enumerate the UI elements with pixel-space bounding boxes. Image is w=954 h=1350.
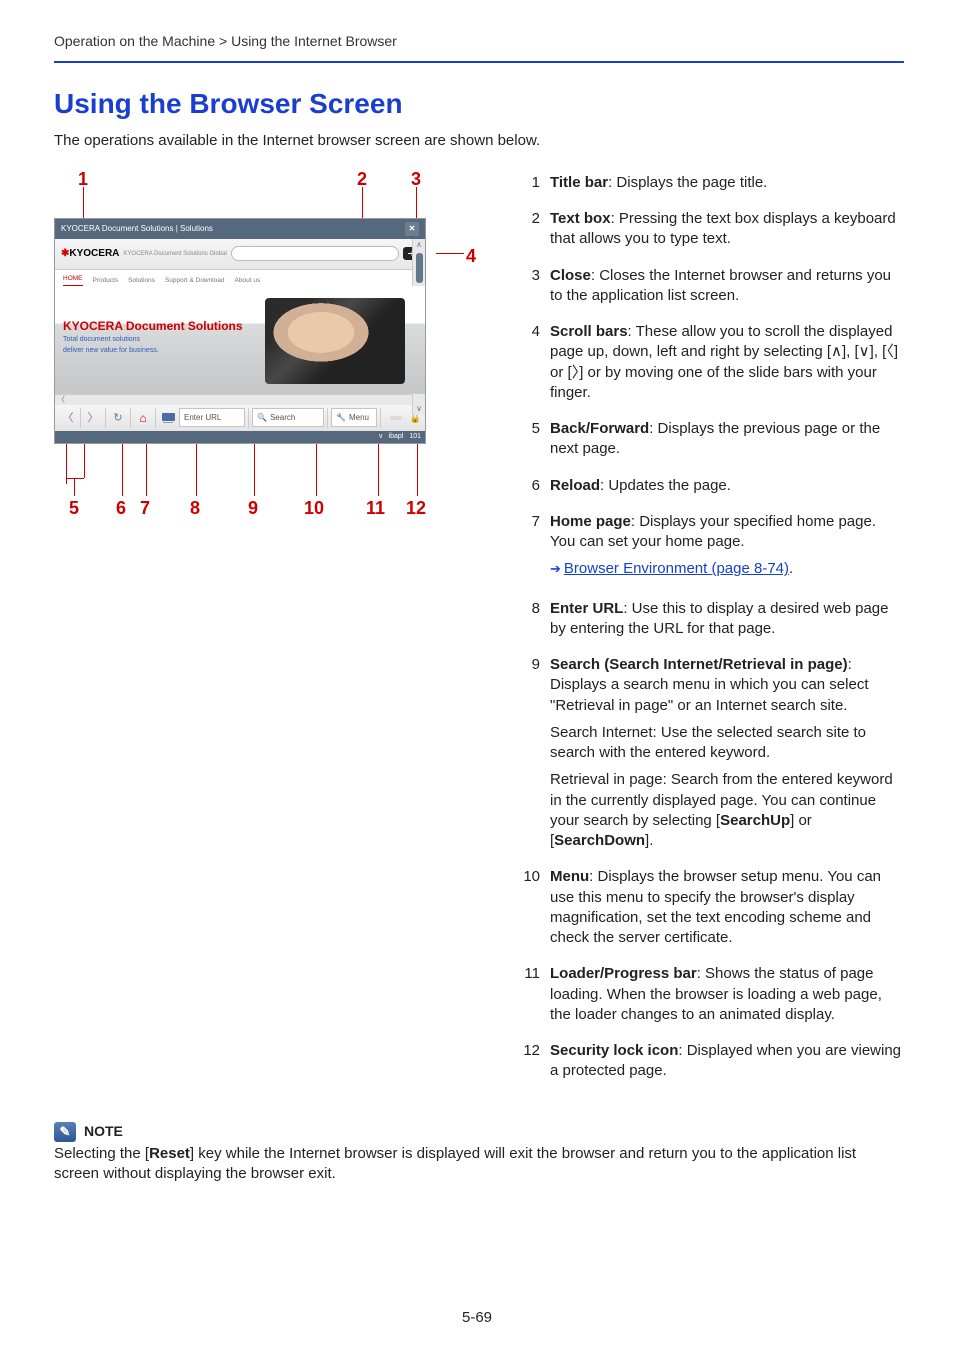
- note-text: Selecting the [Reset] key while the Inte…: [54, 1144, 904, 1185]
- title-bar: KYOCERA Document Solutions | Solutions ✕: [55, 219, 425, 239]
- search-icon: 🔍: [257, 413, 267, 424]
- callout-7: 7: [140, 496, 150, 520]
- status-num: 101: [409, 432, 421, 441]
- chevron-left-icon: 〈: [886, 343, 894, 360]
- note-icon: ✎: [54, 1122, 76, 1142]
- label-back-forward: Back/Forward: [550, 420, 649, 437]
- site-tabs: HOME Products Solutions Support & Downlo…: [55, 270, 425, 286]
- callout-4: 4: [466, 244, 476, 268]
- browser-toolbar: 〈 〉 ↻ ⌂ Enter URL 🔍Search 🔧Menu: [55, 405, 425, 431]
- search-field[interactable]: 🔍Search: [252, 408, 324, 427]
- intro-text: The operations available in the Internet…: [54, 131, 904, 151]
- breadcrumb: Operation on the Machine > Using the Int…: [54, 32, 904, 63]
- label-search: Search (Search Internet/Retrieval in pag…: [550, 656, 848, 673]
- bold-searchup: SearchUp: [720, 812, 790, 829]
- callout-5: 5: [69, 496, 79, 520]
- callout-12: 12: [406, 496, 426, 520]
- note-title: NOTE: [84, 1122, 123, 1141]
- title-bar-text: KYOCERA Document Solutions | Solutions: [61, 224, 213, 235]
- home-button[interactable]: ⌂: [134, 409, 152, 427]
- callout-10: 10: [304, 496, 324, 520]
- label-close: Close: [550, 267, 591, 284]
- scroll-thumb[interactable]: [416, 253, 423, 283]
- enter-url-icon[interactable]: [159, 409, 177, 427]
- callout-6: 6: [116, 496, 126, 520]
- description-list: 1 Title bar: Displays the page title. 2 …: [518, 173, 904, 1089]
- callout-8: 8: [190, 496, 200, 520]
- logo-subtext: KYOCERA Document Solutions Global: [123, 250, 226, 258]
- label-text-box: Text box: [550, 210, 611, 227]
- chevron-down-icon: ∨: [859, 343, 870, 360]
- breadcrumb-sub: Using the Internet Browser: [231, 33, 397, 49]
- horizontal-scrollbar[interactable]: 〈 〉: [55, 394, 425, 405]
- hero-image: [265, 298, 405, 384]
- label-home-page: Home page: [550, 513, 631, 530]
- kyocera-logo: ✱KYOCERA: [61, 247, 119, 261]
- scroll-up-icon[interactable]: ∧: [413, 239, 425, 251]
- label-menu: Menu: [550, 868, 589, 885]
- label-scroll-bars: Scroll bars: [550, 323, 628, 340]
- wrench-icon: 🔧: [336, 413, 346, 424]
- page-title: Using the Browser Screen: [54, 85, 904, 123]
- status-right: ibapl: [389, 432, 404, 441]
- status-bar: v ibapl 101: [55, 431, 425, 443]
- label-progress: Loader/Progress bar: [550, 965, 697, 982]
- tab-support[interactable]: Support & Download: [165, 277, 225, 286]
- reload-button[interactable]: ↻: [109, 409, 127, 427]
- note-box: ✎ NOTE Selecting the [Reset] key while t…: [54, 1122, 904, 1185]
- progress-bar: [390, 416, 402, 420]
- tab-products[interactable]: Products: [93, 277, 119, 286]
- arrow-right-icon: ➔: [550, 560, 561, 578]
- forward-button[interactable]: 〉: [84, 409, 102, 427]
- breadcrumb-section: Operation on the Machine: [54, 33, 215, 49]
- back-button[interactable]: 〈: [59, 409, 77, 427]
- chevron-up-icon: ∧: [831, 343, 842, 360]
- url-bar: ✱KYOCERA KYOCERA Document Solutions Glob…: [55, 239, 425, 270]
- scroll-left-icon[interactable]: 〈: [55, 395, 67, 406]
- browser-diagram: KYOCERA Document Solutions | Solutions ✕…: [54, 218, 426, 444]
- enter-url-field[interactable]: Enter URL: [179, 408, 245, 427]
- status-left: v: [379, 432, 383, 441]
- page-content: KYOCERA Document Solutions Total documen…: [55, 286, 425, 394]
- label-reload: Reload: [550, 477, 600, 494]
- tab-home[interactable]: HOME: [63, 275, 83, 286]
- label-lock: Security lock icon: [550, 1042, 678, 1059]
- browser-env-link[interactable]: Browser Environment (page 8-74): [564, 560, 789, 577]
- callout-11: 11: [366, 496, 385, 520]
- page-number: 5-69: [0, 1308, 954, 1328]
- label-title-bar: Title bar: [550, 174, 608, 191]
- label-enter-url: Enter URL: [550, 600, 623, 617]
- menu-button[interactable]: 🔧Menu: [331, 408, 377, 427]
- text-box-input[interactable]: [231, 246, 399, 261]
- scroll-down-icon[interactable]: ∨: [413, 403, 425, 415]
- reset-bold: Reset: [149, 1145, 190, 1162]
- close-icon[interactable]: ✕: [405, 222, 419, 236]
- tab-solutions[interactable]: Solutions: [128, 277, 155, 286]
- bold-searchdown: SearchDown: [554, 832, 645, 849]
- tab-about[interactable]: About us: [235, 277, 261, 286]
- callout-9: 9: [248, 496, 258, 520]
